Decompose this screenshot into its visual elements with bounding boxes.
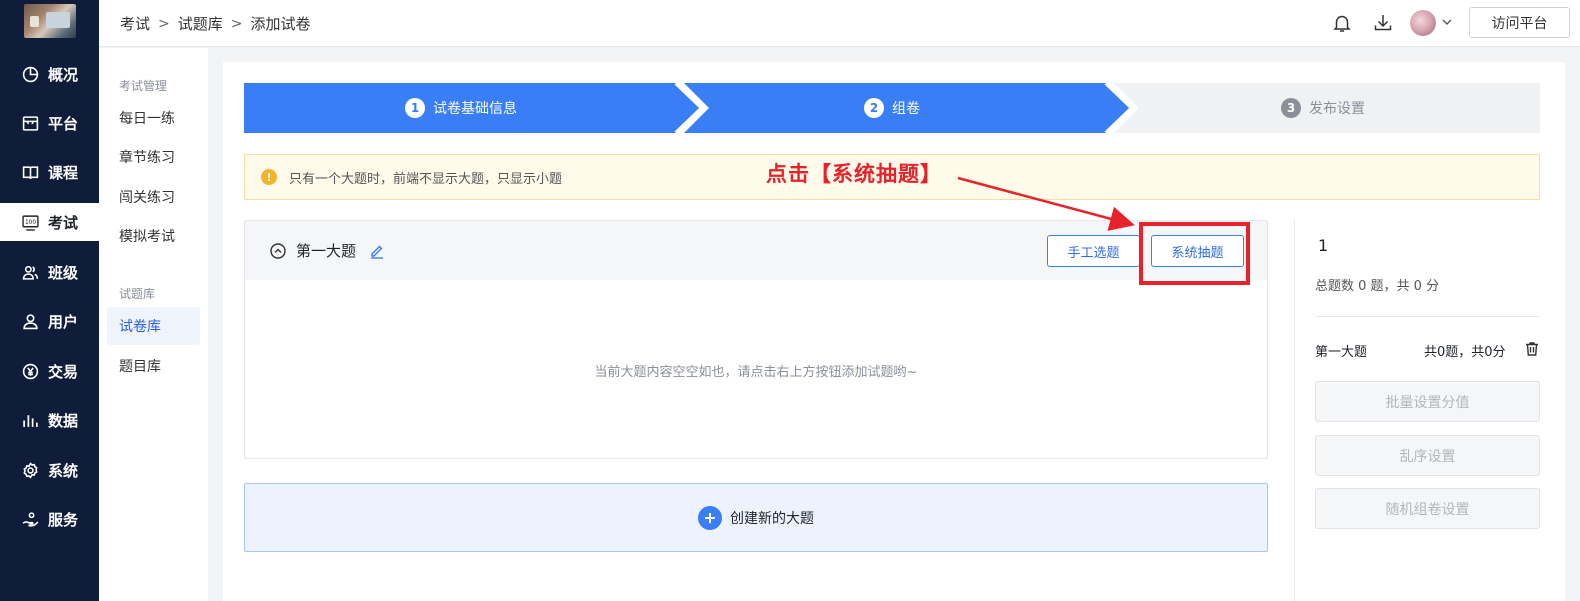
subnav-item-chapter-practice[interactable]: 章节练习 [107,138,200,176]
subnav-item-paper-bank[interactable]: 试卷库 [107,307,200,345]
exam-100-icon: 100 [22,214,39,231]
bell-icon[interactable] [1331,12,1353,34]
gear-icon [23,461,38,479]
shuffle-setting-button[interactable]: 乱序设置 [1315,435,1540,476]
rail-item-label: 数据 [48,411,79,430]
subnav-item-level-practice[interactable]: 闯关练习 [107,178,200,216]
step-publish[interactable]: 3 发布设置 [1281,83,1365,133]
collapse-circle-icon[interactable] [269,242,287,260]
book-icon [22,165,39,179]
chevron-down-icon[interactable] [1440,15,1454,29]
pie-chart-icon [22,66,39,82]
step-progress: 1 试卷基础信息 2 组卷 3 发布设置 [244,83,1540,133]
section-title: 第一大题 [296,242,357,260]
breadcrumb: 考试 > 试题库 > 添加试卷 [120,13,311,34]
rail-item-label: 用户 [48,312,79,331]
org-logo[interactable] [24,4,76,38]
random-compose-button[interactable]: 随机组卷设置 [1315,488,1540,529]
summary-row-name: 第一大题 [1315,345,1368,360]
rail-item-system[interactable]: 系统 [0,451,99,489]
breadcrumb-exam[interactable]: 考试 [120,13,150,34]
step-number: 2 [864,98,884,118]
download-icon[interactable] [1372,12,1394,34]
breadcrumb-current: 添加试卷 [250,15,311,33]
chevron-right-icon: > [230,15,243,32]
step-number: 1 [405,98,425,118]
svg-text:100: 100 [25,220,36,226]
rail-item-exam[interactable]: 100 考试 [0,203,99,241]
summary-count: 1 [1318,236,1329,255]
service-hand-icon [22,511,39,527]
rail-item-users[interactable]: 用户 [0,302,99,340]
section-header: 第一大题 手工选题 系统抽题 [245,221,1267,280]
secondary-sidebar: 考试管理 每日一练 章节练习 闯关练习 模拟考试 试题库 试卷库 题目库 [99,48,208,601]
rail-item-label: 课程 [48,163,79,182]
create-section-button[interactable]: 创建新的大题 [244,483,1268,552]
step-basic-info[interactable]: 1 试卷基础信息 [405,83,517,133]
panel-divider [1294,220,1295,601]
subnav-item-daily-practice[interactable]: 每日一练 [107,99,200,137]
storefront-icon [22,115,39,131]
empty-tip: 当前大题内容空空如也，请点击右上方按钮添加试题哟~ [594,365,918,380]
subnav-group-exam-manage: 考试管理 [119,79,168,93]
subnav-item-mock-exam[interactable]: 模拟考试 [107,217,200,255]
subnav-item-question-library[interactable]: 题目库 [107,347,200,385]
user-icon [23,313,38,329]
bar-chart-icon [23,414,38,427]
visit-platform-button[interactable]: 访问平台 [1469,7,1570,38]
top-header: 考试 > 试题库 > 添加试卷 访问平台 [99,0,1580,47]
annotation-highlight-box [1139,222,1250,285]
rail-item-courses[interactable]: 课程 [0,153,99,191]
question-section: 第一大题 手工选题 系统抽题 当前大题内容空空如也，请点击右上方按钮添加试题哟~ [244,220,1268,459]
summary-row-score: 共0题，共0分 [1424,345,1506,360]
annotation-callout: 点击【系统抽题】 [766,161,942,186]
rail-item-label: 服务 [48,510,79,529]
rail-item-data[interactable]: 数据 [0,401,99,439]
subnav-group-question-bank: 试题库 [119,287,156,301]
group-icon [22,265,39,280]
step-compose[interactable]: 2 组卷 [864,83,920,133]
step-label: 发布设置 [1309,101,1365,117]
rail-item-platform[interactable]: 平台 [0,104,99,142]
chevron-right-icon: > [158,15,170,32]
rail-item-label: 考试 [48,213,79,232]
rail-item-label: 班级 [48,263,79,282]
yen-circle-icon [22,363,39,379]
rail-item-label: 系统 [48,461,79,480]
notice-text: 只有一个大题时，前端不显示大题，只显示小题 [289,171,563,187]
rail-item-classes[interactable]: 班级 [0,253,99,291]
rail-item-trade[interactable]: 交易 [0,352,99,390]
rail-item-service[interactable]: 服务 [0,500,99,538]
rail-item-label: 概况 [48,65,79,84]
step-number: 3 [1281,98,1301,118]
warning-icon: ! [261,169,277,185]
batch-score-button[interactable]: 批量设置分值 [1315,381,1540,422]
plus-icon [698,505,722,530]
pencil-icon[interactable] [369,243,385,259]
rail-item-label: 交易 [48,362,79,381]
manual-select-button[interactable]: 手工选题 [1047,235,1140,267]
rail-item-label: 平台 [48,114,79,133]
step-label: 组卷 [892,101,920,117]
create-section-label: 创建新的大题 [730,510,814,527]
step-label: 试卷基础信息 [433,101,517,117]
summary-total: 总题数 0 题，共 0 分 [1315,279,1440,294]
breadcrumb-question-bank[interactable]: 试题库 [178,13,223,34]
rail-item-overview[interactable]: 概况 [0,55,99,93]
avatar[interactable] [1410,10,1436,36]
trash-icon[interactable] [1524,341,1540,357]
main-nav-rail: 概况 平台 课程 100 考试 班级 用户 交易 数据 系统 服务 [0,0,99,601]
summary-divider [1315,316,1540,317]
